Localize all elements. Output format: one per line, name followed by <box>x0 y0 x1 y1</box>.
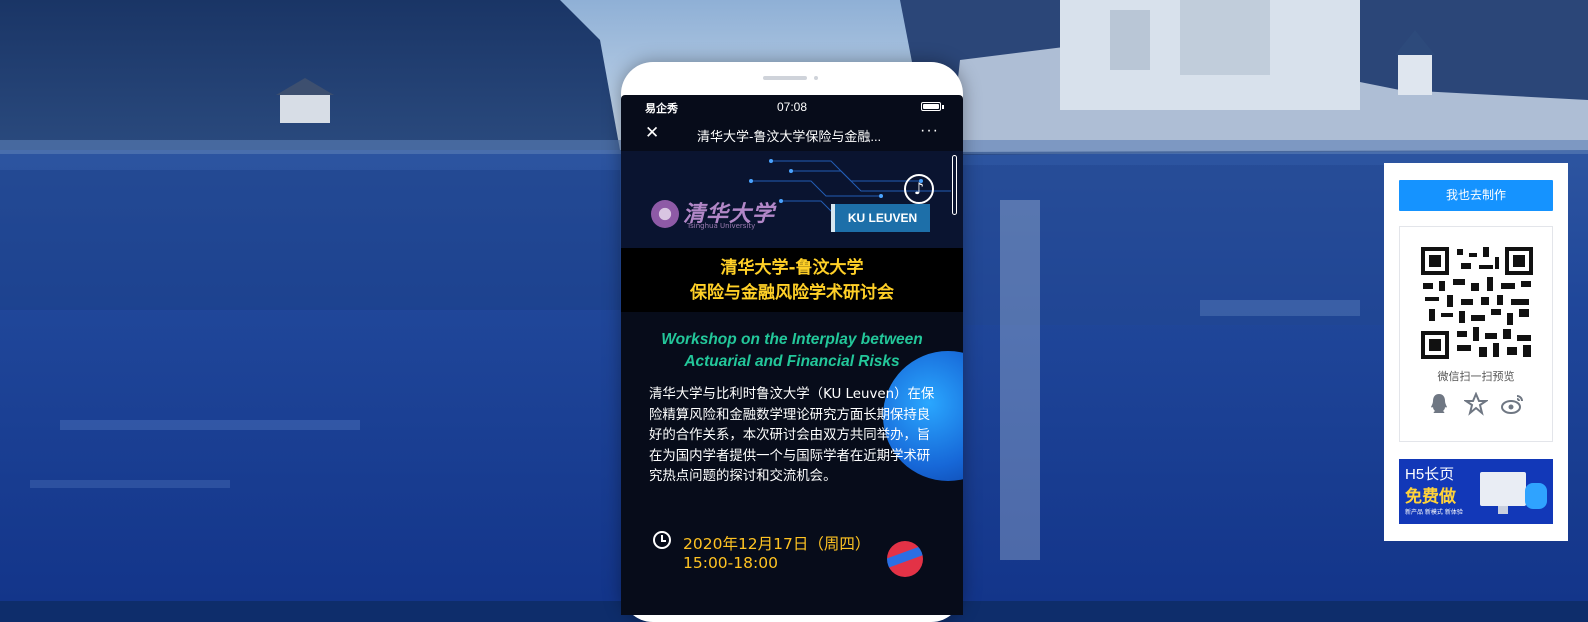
nav-bar: ✕ 清华大学-鲁汶大学保险与金融... ··· <box>621 117 963 151</box>
qq-icon[interactable] <box>1427 392 1451 416</box>
decorative-ball <box>887 541 923 577</box>
title-band: 清华大学-鲁汶大学 保险与金融风险学术研讨会 <box>621 248 963 312</box>
share-row <box>1400 391 1552 420</box>
promo-line2: 免费做 <box>1405 487 1456 507</box>
qr-preview-box: 微信扫一扫预览 <box>1399 226 1553 442</box>
monitor-illustration <box>1480 472 1526 514</box>
qzone-star-icon[interactable] <box>1462 391 1490 416</box>
phone-speaker <box>763 76 807 80</box>
event-title-line2: 保险与金融风险学术研讨会 <box>690 283 894 303</box>
promo-line3: 新产品 新模式 新体验 <box>1405 509 1463 516</box>
event-description: 清华大学与比利时鲁汶大学（KU Leuven）在保险精算风险和金融数学理论研究方… <box>649 387 935 484</box>
ku-leuven-logo: KU LEUVEN <box>831 204 930 232</box>
tsinghua-seal <box>651 200 679 228</box>
promo-line1: H5长页 <box>1405 466 1455 483</box>
scrollbar-thumb[interactable] <box>952 155 957 215</box>
event-time: 15:00-18:00 <box>683 554 778 572</box>
workshop-title-line1: Workshop on the Interplay between <box>661 331 923 348</box>
clock-icon <box>653 531 671 549</box>
event-title-line1: 清华大学-鲁汶大学 <box>720 258 864 278</box>
status-time: 07:08 <box>776 100 808 114</box>
qr-caption: 微信扫一扫预览 <box>1437 370 1515 383</box>
music-note-icon[interactable]: ♪ <box>904 174 934 204</box>
phone-camera <box>814 76 818 80</box>
side-panel: 我也去制作 微信扫一扫预览 H5长页 免费做 新产品 新模式 新体验 <box>1384 163 1568 541</box>
close-icon[interactable]: ✕ <box>645 123 659 143</box>
phone-screen[interactable]: 易企秀 07:08 ✕ 清华大学-鲁汶大学保险与金融... ··· ♪ 清华大学… <box>621 95 963 615</box>
weibo-icon[interactable] <box>1501 392 1525 416</box>
workshop-title: Workshop on the Interplay between Actuar… <box>621 329 963 373</box>
more-options-button[interactable]: ··· <box>920 122 939 140</box>
make-too-button[interactable]: 我也去制作 <box>1399 180 1553 211</box>
workshop-title-line2: Actuarial and Financial Risks <box>684 353 900 370</box>
page-content: ♪ 清华大学 Tsinghua University KU LEUVEN 清华大… <box>621 151 963 615</box>
qr-code <box>1421 247 1533 359</box>
promo-banner[interactable]: H5长页 免费做 新产品 新模式 新体验 <box>1399 459 1553 524</box>
tsinghua-logo-en: Tsinghua University <box>687 222 756 230</box>
nav-title: 清华大学-鲁汶大学保险与金融... <box>697 129 882 144</box>
phone-preview: 易企秀 07:08 ✕ 清华大学-鲁汶大学保险与金融... ··· ♪ 清华大学… <box>621 62 963 622</box>
event-date: 2020年12月17日（周四） <box>683 535 871 553</box>
robot-mascot-illustration <box>1525 483 1547 509</box>
battery-icon <box>921 102 944 111</box>
status-bar: 易企秀 07:08 <box>621 95 963 117</box>
